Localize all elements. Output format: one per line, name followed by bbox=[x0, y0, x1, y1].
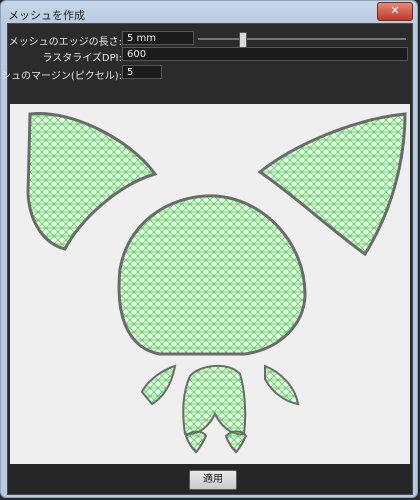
mesh-center-body bbox=[182, 365, 247, 436]
mesh-right-paw bbox=[264, 364, 300, 406]
mesh-head bbox=[117, 194, 307, 356]
raster-dpi-field[interactable]: 600 bbox=[122, 47, 408, 61]
raster-dpi-row: ラスタライズDPI: 600 bbox=[8, 46, 412, 64]
mesh-dialog-window: メッシュを作成 ✕ メッシュのエッジの長さ: 5 mm ラスタライズDPI: 6… bbox=[0, 0, 418, 498]
dialog-content: メッシュのエッジの長さ: 5 mm ラスタライズDPI: 600 メッシュのマー… bbox=[0, 23, 413, 495]
margin-row: メッシュのマージン(ピクセル): 5 bbox=[0, 64, 412, 82]
mesh-preview-svg bbox=[26, 111, 407, 454]
margin-field[interactable]: 5 bbox=[122, 65, 162, 79]
edge-length-slider-track[interactable] bbox=[198, 38, 406, 40]
edge-length-field[interactable]: 5 mm bbox=[122, 31, 194, 45]
mesh-bottom-right bbox=[224, 430, 248, 454]
apply-button[interactable]: 適用 bbox=[189, 470, 237, 490]
window-title: メッシュを作成 bbox=[8, 9, 85, 22]
mesh-left-ear bbox=[26, 111, 158, 251]
controls-panel: メッシュのエッジの長さ: 5 mm ラスタライズDPI: 600 メッシュのマー… bbox=[0, 24, 412, 104]
mesh-left-paw bbox=[140, 364, 177, 406]
close-icon: ✕ bbox=[390, 4, 400, 17]
mesh-bottom-left bbox=[184, 430, 208, 454]
margin-label: メッシュのマージン(ピクセル): bbox=[0, 71, 122, 82]
close-button[interactable]: ✕ bbox=[377, 2, 413, 21]
raster-dpi-label: ラスタライズDPI: bbox=[42, 53, 122, 64]
footer-bar: 適用 bbox=[8, 464, 412, 494]
mesh-preview-canvas[interactable] bbox=[10, 104, 410, 464]
